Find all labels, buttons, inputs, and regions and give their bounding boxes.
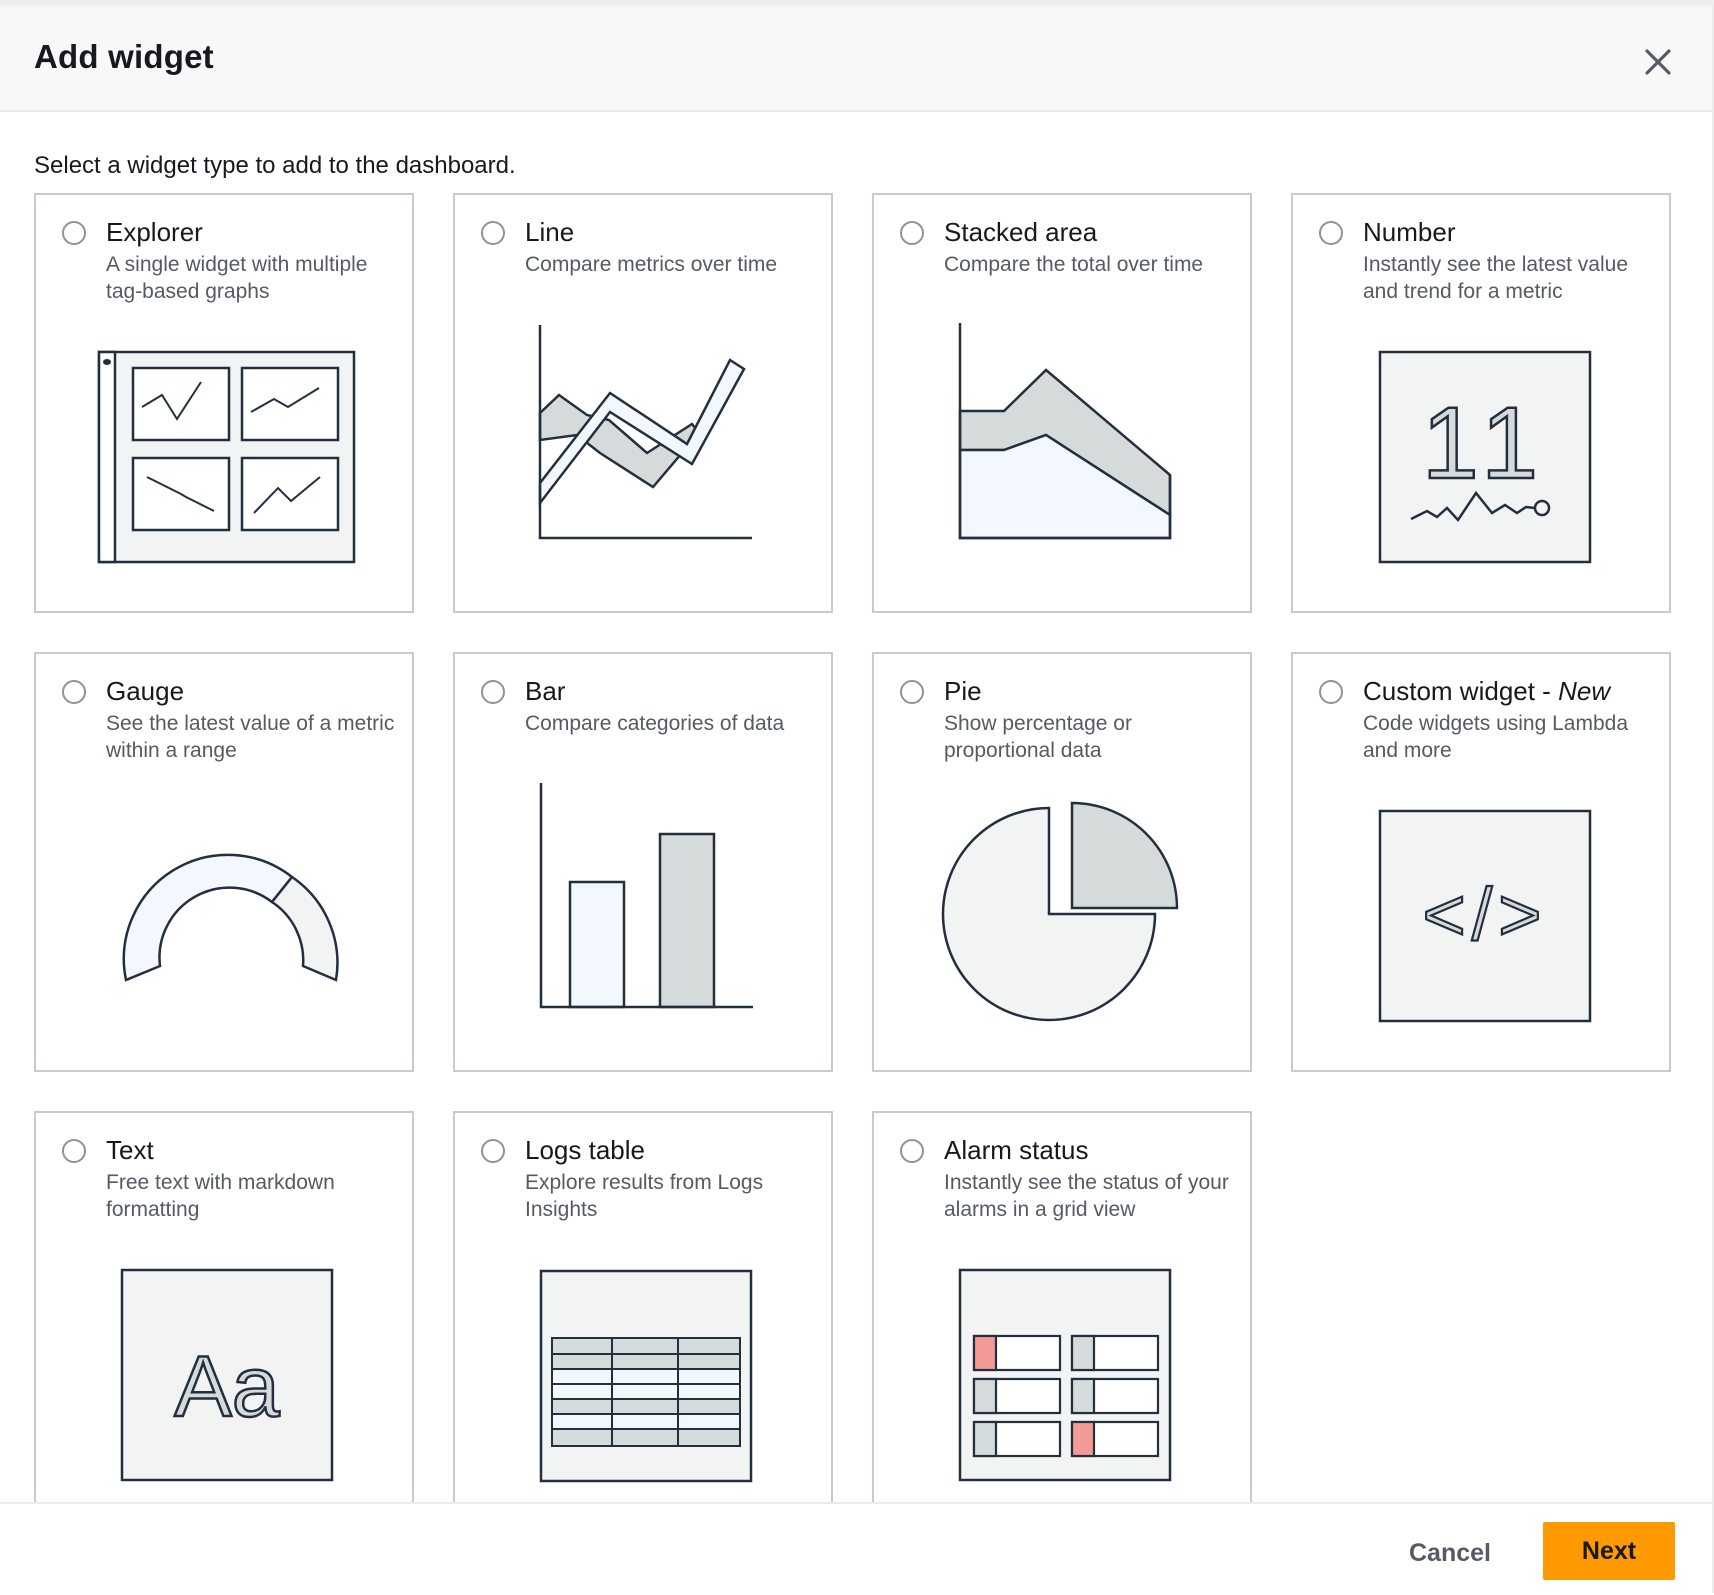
widget-card-bar[interactable]: Bar Compare categories of data [453, 652, 833, 1072]
widget-card-alarm-status[interactable]: Alarm status Instantly see the status of… [872, 1111, 1252, 1506]
widget-card-number[interactable]: Number Instantly see the latest value an… [1291, 193, 1671, 613]
widget-type-grid: Explorer A single widget with multiple t… [34, 193, 1679, 1506]
gauge-icon [122, 853, 339, 982]
svg-text:</>: </> [1423, 873, 1548, 956]
cancel-button[interactable]: Cancel [1390, 1526, 1510, 1580]
line-chart-icon [538, 325, 752, 540]
number-icon: 11 [1378, 350, 1592, 564]
svg-text:11: 11 [1422, 386, 1548, 500]
widget-card-line[interactable]: Line Compare metrics over time [453, 193, 833, 613]
explorer-icon [97, 350, 356, 564]
add-widget-modal: Add widget Select a widget type to add t… [0, 6, 1714, 1595]
next-button[interactable]: Next [1543, 1522, 1675, 1580]
text-icon: Aa [120, 1268, 334, 1482]
widget-card-explorer[interactable]: Explorer A single widget with multiple t… [34, 193, 414, 613]
modal-title: Add widget [34, 38, 214, 75]
alarm-status-icon [958, 1268, 1172, 1482]
widget-card-custom[interactable]: Custom widget - New Code widgets using L… [1291, 652, 1671, 1072]
bar-chart-icon [539, 783, 753, 1009]
close-icon[interactable] [1640, 44, 1676, 80]
widget-card-stacked-area[interactable]: Stacked area Compare the total over time [872, 193, 1252, 613]
pie-chart-icon [941, 801, 1179, 1022]
widget-card-logs-table[interactable]: Logs table Explore results from Logs Ins… [453, 1111, 833, 1506]
svg-text:Aa: Aa [174, 1339, 279, 1435]
modal-footer: Cancel Next [0, 1502, 1712, 1595]
logs-table-icon [539, 1269, 753, 1483]
code-icon: </> [1378, 809, 1592, 1023]
widget-card-pie[interactable]: Pie Show percentage or proportional data [872, 652, 1252, 1072]
modal-header: Add widget [0, 6, 1712, 112]
widget-card-text[interactable]: Text Free text with markdown formatting … [34, 1111, 414, 1506]
widget-card-gauge[interactable]: Gauge See the latest value of a metric w… [34, 652, 414, 1072]
intro-text: Select a widget type to add to the dashb… [34, 152, 516, 179]
stacked-area-icon [958, 323, 1172, 540]
